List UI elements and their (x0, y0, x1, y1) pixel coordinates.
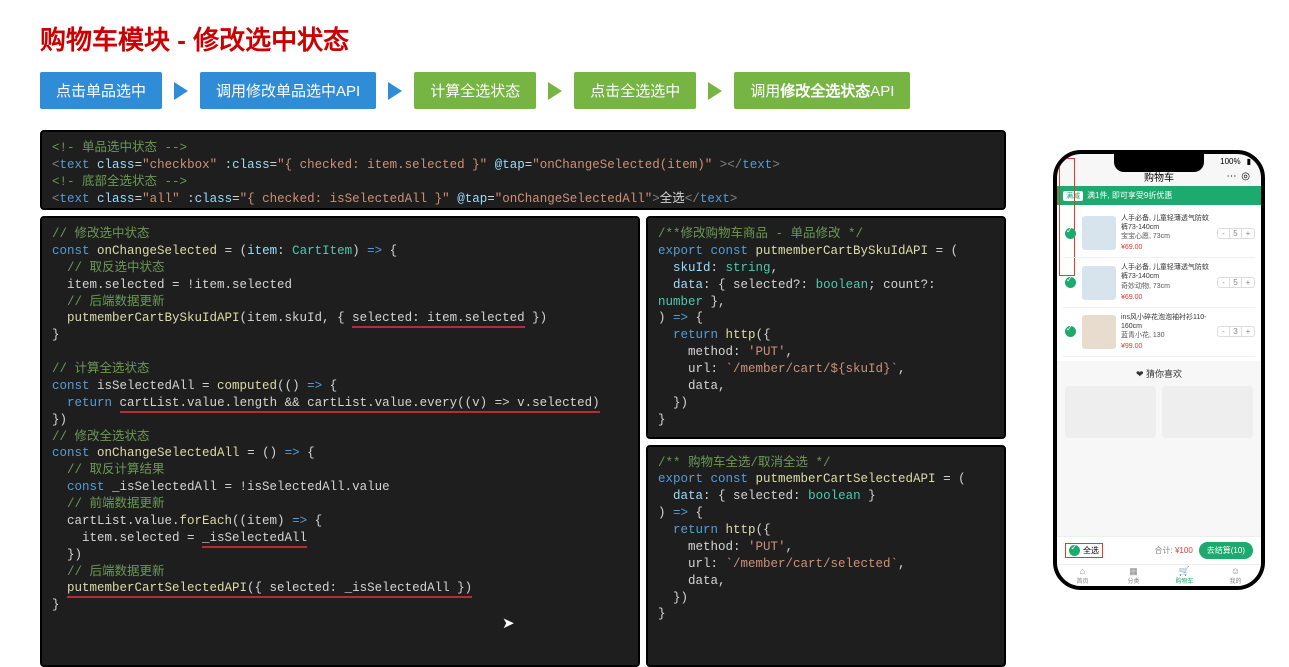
code-block-template: <!- 单品选中状态 --> <text class="checkbox" :c… (40, 130, 1006, 210)
battery-pct: 100% (1220, 157, 1240, 166)
flow-step-3: 计算全选状态 (414, 72, 536, 109)
checkout-button[interactable]: 去结算(10) (1199, 542, 1253, 559)
comment: /**修改购物车商品 - 单品修改 */ (658, 227, 863, 241)
grid-icon: ▦ (1129, 567, 1138, 576)
promo-banner: 满减 满1件, 即可享受9折优惠 (1057, 186, 1261, 205)
tab-label: 分类 (1127, 576, 1139, 585)
code-area: <!- 单品选中状态 --> <text class="checkbox" :c… (40, 130, 1010, 667)
text: 调用 (750, 83, 780, 100)
tab-bar: ⌂首页 ▦分类 🛒购物车 ☺我的 (1057, 564, 1261, 586)
text: _isSelectedAll (345, 581, 450, 595)
flow-step-4: 点击全选选中 (574, 72, 696, 109)
quantity-stepper[interactable]: -5+ (1217, 277, 1255, 288)
arrow-icon (548, 82, 562, 100)
promo-text: 满1件, 即可享受9折优惠 (1087, 190, 1172, 201)
recommendations (1057, 386, 1261, 438)
product-price: ¥69.00 (1121, 293, 1212, 302)
underlined-code: cartList.value.length && cartList.value.… (120, 396, 600, 413)
user-icon: ☺ (1231, 567, 1240, 576)
qty-value: 5 (1230, 229, 1242, 238)
qty-value: 5 (1230, 278, 1242, 287)
comment: // 修改全选状态 (52, 430, 150, 444)
cart-icon: 🛒 (1179, 567, 1190, 576)
total-value: ¥100 (1175, 546, 1193, 555)
tab-label: 我的 (1229, 576, 1241, 585)
product-info: 人手必备, 儿童轻薄透气防蚊裤73-140cm 奇妙动物, 73cm ¥69.0… (1121, 263, 1212, 301)
text: 修改全选状态 (780, 83, 870, 100)
comment: // 计算全选状态 (52, 362, 150, 376)
code-block-left: // 修改选中状态 const onChangeSelected = (item… (40, 216, 640, 667)
flow-step-1: 点击单品选中 (40, 72, 162, 109)
tab-home[interactable]: ⌂首页 (1057, 565, 1108, 586)
code-block-right-2: /** 购物车全选/取消全选 */ export const putmember… (646, 445, 1006, 667)
select-all-checkbox[interactable]: 全选 (1065, 543, 1103, 558)
mouse-cursor-icon: ➤ (502, 615, 515, 635)
tab-label: 购物车 (1175, 576, 1193, 585)
product-spec: 宝宝心愿, 73cm (1121, 232, 1212, 241)
product-title: ins风小碎花泡泡袖衬衫110-160cm (1121, 313, 1212, 331)
cart-footer: 全选 合计: ¥100 去结算(10) (1057, 536, 1261, 564)
flow-step-2: 调用修改单品选中API (200, 72, 376, 109)
home-icon: ⌂ (1080, 567, 1085, 576)
product-spec: 奇妙动物, 73cm (1121, 282, 1212, 291)
product-thumb[interactable] (1082, 315, 1116, 349)
checkbox-icon[interactable] (1065, 228, 1076, 239)
comment: // 修改选中状态 (52, 227, 150, 241)
tab-profile[interactable]: ☺我的 (1210, 565, 1261, 586)
comment: // 后端数据更新 (52, 295, 165, 309)
comment: // 取反计算结果 (52, 463, 165, 477)
product-price: ¥99.00 (1121, 342, 1212, 351)
arrow-icon (174, 82, 188, 100)
comment: <!- 底部全选状态 --> (52, 175, 187, 189)
checkbox-icon[interactable] (1069, 545, 1080, 556)
product-title: 人手必备, 儿童轻薄透气防蚊裤73-140cm (1121, 263, 1212, 281)
cart-item[interactable]: 人手必备, 儿童轻薄透气防蚊裤73-140cm 奇妙动物, 73cm ¥69.0… (1063, 258, 1255, 307)
product-title: 人手必备, 儿童轻薄透气防蚊裤73-140cm (1121, 214, 1212, 232)
product-thumb[interactable] (1082, 216, 1116, 250)
product-price: ¥69.00 (1121, 243, 1212, 252)
underlined-code: _isSelectedAll (202, 531, 307, 548)
promo-tag: 满减 (1063, 191, 1083, 201)
phone-mockup: 100% ▮ 购物车 ⋯ ◎ 满减 满1件, 即可享受9折优惠 人手必备, 儿童… (1053, 150, 1265, 590)
checkbox-icon[interactable] (1065, 277, 1076, 288)
comment: // 前端数据更新 (52, 497, 165, 511)
quantity-stepper[interactable]: -3+ (1217, 326, 1255, 337)
code-block-right-1: /**修改购物车商品 - 单品修改 */ export const putmem… (646, 216, 1006, 439)
qty-value: 3 (1230, 327, 1242, 336)
comment: // 后端数据更新 (52, 565, 165, 579)
underlined-code: selected: item.selected (352, 311, 525, 328)
arrow-icon (388, 82, 402, 100)
comment: <!- 单品选中状态 --> (52, 141, 187, 155)
select-all-label: 全选 (1083, 545, 1099, 556)
product-info: 人手必备, 儿童轻薄透气防蚊裤73-140cm 宝宝心愿, 73cm ¥69.0… (1121, 214, 1212, 252)
total: 合计: ¥100 (1155, 545, 1193, 556)
tab-label: 首页 (1076, 576, 1088, 585)
arrow-icon (708, 82, 722, 100)
section-heading: ❤ 猜你喜欢 (1057, 361, 1261, 386)
rec-card[interactable] (1162, 386, 1253, 438)
tab-category[interactable]: ▦分类 (1108, 565, 1159, 586)
menu-icon[interactable]: ⋯ ◎ (1226, 171, 1251, 182)
tab-cart[interactable]: 🛒购物车 (1159, 565, 1210, 586)
battery-icon: ▮ (1247, 157, 1251, 166)
product-info: ins风小碎花泡泡袖衬衫110-160cm 蓝青小花, 130 ¥99.00 (1121, 313, 1212, 351)
product-spec: 蓝青小花, 130 (1121, 331, 1212, 340)
checkbox-icon[interactable] (1065, 326, 1076, 337)
page-title: 购物车模块 - 修改选中状态 (0, 0, 1289, 72)
comment: // 取反选中状态 (52, 261, 165, 275)
cart-items: 人手必备, 儿童轻薄透气防蚊裤73-140cm 宝宝心愿, 73cm ¥69.0… (1057, 205, 1261, 361)
quantity-stepper[interactable]: -5+ (1217, 228, 1255, 239)
app-header: 购物车 ⋯ ◎ (1057, 166, 1261, 186)
text: API (870, 83, 894, 100)
process-flow: 点击单品选中 调用修改单品选中API 计算全选状态 点击全选选中 调用修改全选状… (0, 72, 1289, 119)
product-thumb[interactable] (1082, 266, 1116, 300)
comment: /** 购物车全选/取消全选 */ (658, 456, 831, 470)
flow-step-5: 调用修改全选状态API (734, 72, 910, 109)
cart-item[interactable]: ins风小碎花泡泡袖衬衫110-160cm 蓝青小花, 130 ¥99.00 -… (1063, 308, 1255, 357)
total-label: 合计: (1155, 546, 1173, 555)
text: 猜你喜欢 (1146, 369, 1182, 379)
cart-item[interactable]: 人手必备, 儿童轻薄透气防蚊裤73-140cm 宝宝心愿, 73cm ¥69.0… (1063, 209, 1255, 258)
app-title: 购物车 (1144, 169, 1174, 184)
rec-card[interactable] (1065, 386, 1156, 438)
